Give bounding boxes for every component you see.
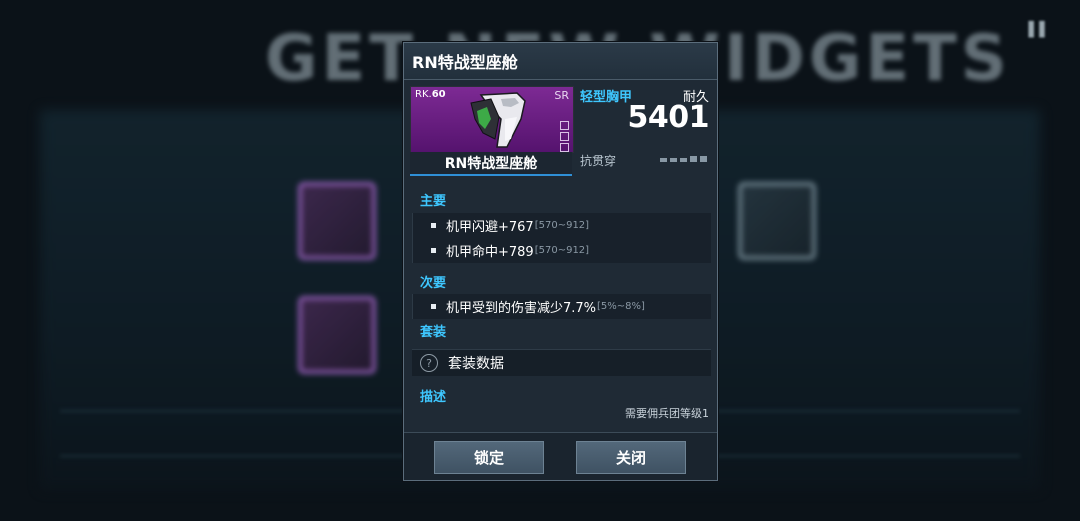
stat-text: 机甲命中+789 bbox=[446, 245, 534, 260]
socket-slots bbox=[560, 121, 569, 152]
background-slot-icon bbox=[298, 296, 376, 374]
item-type: 轻型胸甲 bbox=[580, 90, 633, 105]
lock-button[interactable]: 锁定 bbox=[434, 441, 544, 474]
pierce-resist-meter bbox=[660, 156, 707, 162]
socket-slot bbox=[560, 121, 569, 130]
item-card[interactable]: RK.60 SR bbox=[410, 86, 574, 153]
primary-heading: 主要 bbox=[420, 194, 447, 209]
primary-stat-row: 机甲命中+789 [570~912] bbox=[412, 238, 711, 263]
set-heading: 套装 bbox=[420, 325, 447, 340]
dialog-title: RN特战型座舱 bbox=[404, 43, 717, 80]
level-requirement: 需要佣兵团等级1 bbox=[625, 407, 709, 420]
bullet-icon bbox=[431, 248, 436, 253]
bullet-icon bbox=[431, 223, 436, 228]
stat-range: [570~912] bbox=[534, 220, 590, 231]
meter-segment bbox=[670, 158, 677, 162]
meter-segment bbox=[690, 156, 697, 162]
bullet-icon bbox=[431, 304, 436, 309]
primary-stat-row: 机甲闪避+767 [570~912] bbox=[412, 213, 711, 238]
stat-text: 机甲闪避+767 bbox=[446, 220, 534, 235]
secondary-stat-row: 机甲受到的伤害减少7.7% [5%~8%] bbox=[412, 294, 711, 319]
close-button[interactable]: 关闭 bbox=[576, 441, 686, 474]
background-slot-icon bbox=[738, 182, 816, 260]
meter-segment bbox=[680, 158, 687, 162]
socket-slot bbox=[560, 132, 569, 141]
meter-segment bbox=[700, 156, 707, 162]
item-summary: RK.60 SR RN特战型座舱 轻型胸甲 耐久 5401 抗贯穿 bbox=[404, 80, 717, 190]
question-icon[interactable]: ? bbox=[420, 354, 438, 372]
secondary-heading: 次要 bbox=[420, 276, 447, 291]
pierce-resist-label: 抗贯穿 bbox=[580, 154, 617, 168]
background-corner-icon: ▌▌ bbox=[1028, 22, 1050, 38]
background-slot-icon bbox=[298, 182, 376, 260]
item-detail-dialog: RN特战型座舱 RK.60 SR RN特战型座舱 轻型胸甲 耐久 5401 抗贯… bbox=[403, 42, 718, 481]
item-rank: RK.60 bbox=[415, 89, 446, 100]
socket-slot bbox=[560, 143, 569, 152]
description-heading: 描述 bbox=[420, 390, 447, 405]
set-data-row[interactable]: ? 套装数据 bbox=[412, 349, 711, 376]
item-grade: SR bbox=[554, 89, 569, 102]
meter-segment bbox=[660, 158, 667, 162]
stat-range: [5%~8%] bbox=[597, 301, 645, 312]
stat-range: [570~912] bbox=[534, 245, 590, 256]
cockpit-armor-icon bbox=[470, 92, 526, 148]
set-data-label: 套装数据 bbox=[448, 356, 504, 372]
dialog-footer: 锁定 关闭 bbox=[404, 432, 717, 480]
durability-value: 5401 bbox=[627, 100, 710, 135]
stat-text: 机甲受到的伤害减少7.7% bbox=[446, 301, 597, 316]
item-name: RN特战型座舱 bbox=[410, 152, 572, 176]
